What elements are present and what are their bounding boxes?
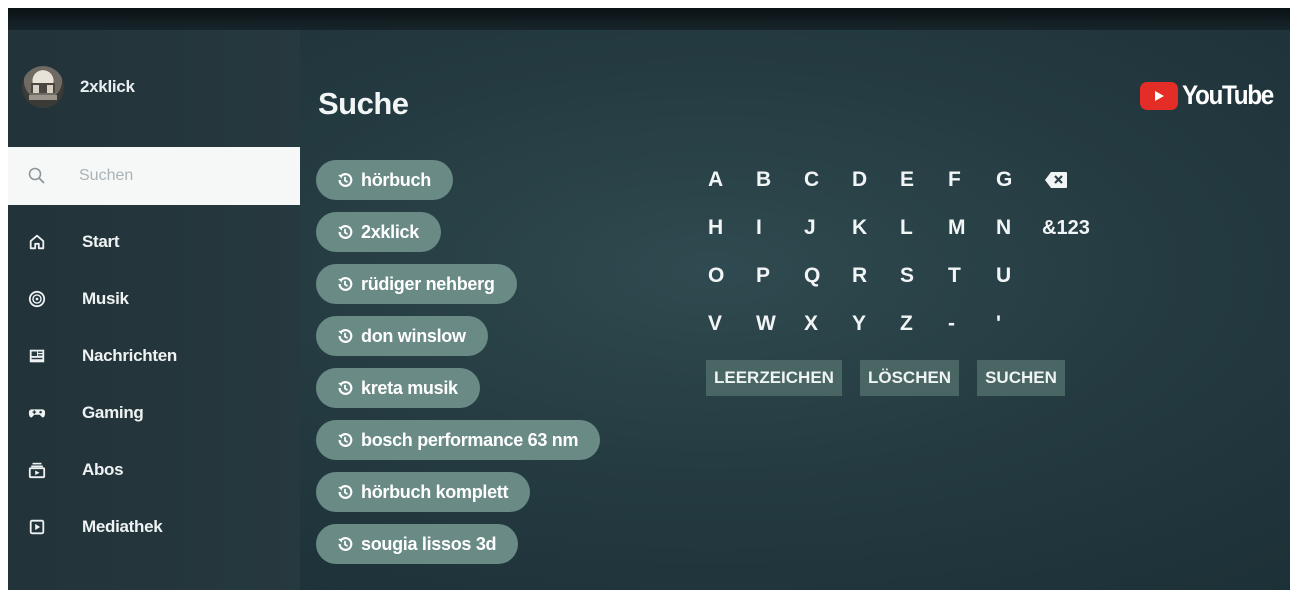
history-icon [338,433,353,447]
sidebar-item-label: Start [82,231,120,251]
key[interactable]: ' [994,312,1042,336]
history-chip-label: sougia lissos 3d [361,533,497,554]
sidebar-item-label: Nachrichten [82,345,177,365]
key[interactable]: - [946,312,994,336]
sidebar-item-nachrichten[interactable]: Nachrichten [8,327,300,384]
account-header[interactable]: 2xklick [22,66,135,108]
history-chip-label: kreta musik [361,377,458,398]
page-title: Suche [318,86,409,121]
sidebar-item-label: Abos [82,459,124,479]
avatar [22,66,64,108]
sidebar-item-label: Musik [82,288,129,308]
key[interactable]: Q [802,264,850,288]
history-chip[interactable]: bosch performance 63 nm [316,420,601,460]
keyboard-row: V W X Y Z - ' [706,300,1112,348]
music-icon [27,289,47,309]
key[interactable]: X [802,312,850,336]
youtube-wordmark: YouTube [1182,80,1274,110]
history-chip[interactable]: kreta musik [316,368,480,408]
key[interactable]: K [850,216,898,240]
key[interactable]: W [754,312,802,336]
history-chip-label: hörbuch komplett [361,481,509,502]
delete-button[interactable]: LÖSCHEN [859,360,960,396]
library-icon [27,517,47,537]
key[interactable]: I [754,216,802,240]
key[interactable]: D [850,168,898,192]
key[interactable]: U [994,264,1042,288]
history-chip-label: bosch performance 63 nm [361,429,579,450]
tv-screen: 2xklick Suchen Start Musik Nachrichten G… [8,8,1290,590]
history-chip[interactable]: hörbuch [316,160,453,200]
history-chip[interactable]: hörbuch komplett [316,472,531,512]
account-name: 2xklick [80,77,135,96]
key[interactable]: P [754,264,802,288]
keyboard-actions: LEERZEICHEN LÖSCHEN SUCHEN [706,360,1112,396]
backspace-key[interactable] [1042,171,1090,189]
history-icon [338,277,353,291]
youtube-logo: YouTube [1140,80,1283,111]
history-icon [338,329,353,343]
key[interactable]: T [946,264,994,288]
key[interactable]: L [898,216,946,240]
sidebar-item-start[interactable]: Start [8,213,300,270]
screen-bezel [8,8,1290,30]
key[interactable]: Y [850,312,898,336]
key[interactable]: J [802,216,850,240]
sidebar-item-musik[interactable]: Musik [8,270,300,327]
history-chip-label: hörbuch [361,169,431,190]
key[interactable]: G [994,168,1042,192]
history-icon [338,485,353,499]
key[interactable]: O [706,264,754,288]
subscriptions-icon [27,460,47,480]
key[interactable]: H [706,216,754,240]
sidebar-item-abos[interactable]: Abos [8,441,300,498]
sidebar-item-label: Gaming [82,402,144,422]
home-icon [27,232,47,252]
keyboard-row: O P Q R S T U [706,252,1112,300]
history-chip[interactable]: sougia lissos 3d [316,524,519,564]
play-icon [1140,81,1178,110]
key[interactable]: N [994,216,1042,240]
history-chip-label: don winslow [361,325,466,346]
key[interactable]: A [706,168,754,192]
sidebar-item-gaming[interactable]: Gaming [8,384,300,441]
key[interactable]: B [754,168,802,192]
history-icon [338,225,353,239]
news-icon [27,346,47,366]
history-chip-label: rüdiger nehberg [361,273,495,294]
key[interactable]: V [706,312,754,336]
backspace-icon [1045,172,1067,188]
symbols-key[interactable]: &123 [1042,217,1112,240]
search-button[interactable]: SUCHEN [977,360,1065,396]
key[interactable]: E [898,168,946,192]
search-input[interactable]: Suchen [8,147,300,205]
key[interactable]: Z [898,312,946,336]
sidebar-nav: Start Musik Nachrichten Gaming Abos Medi… [8,213,300,555]
onscreen-keyboard: A B C D E F G H I J K L M N &123 O P Q R… [706,156,1112,396]
history-chip[interactable]: rüdiger nehberg [316,264,517,304]
search-history-list: hörbuch 2xklick rüdiger nehberg don wins… [316,160,601,576]
key[interactable]: R [850,264,898,288]
history-icon [338,381,353,395]
keyboard-row: A B C D E F G [706,156,1112,204]
keyboard-row: H I J K L M N &123 [706,204,1112,252]
space-button[interactable]: LEERZEICHEN [706,360,842,396]
history-icon [338,537,353,551]
key[interactable]: C [802,168,850,192]
key[interactable]: F [946,168,994,192]
search-icon [27,166,47,186]
key[interactable]: M [946,216,994,240]
sidebar-item-mediathek[interactable]: Mediathek [8,498,300,555]
history-icon [338,173,353,187]
gaming-icon [27,403,47,423]
key[interactable]: S [898,264,946,288]
search-placeholder: Suchen [79,167,134,184]
sidebar-item-label: Mediathek [82,516,163,536]
history-chip[interactable]: don winslow [316,316,488,356]
history-chip[interactable]: 2xklick [316,212,441,252]
history-chip-label: 2xklick [361,221,419,242]
